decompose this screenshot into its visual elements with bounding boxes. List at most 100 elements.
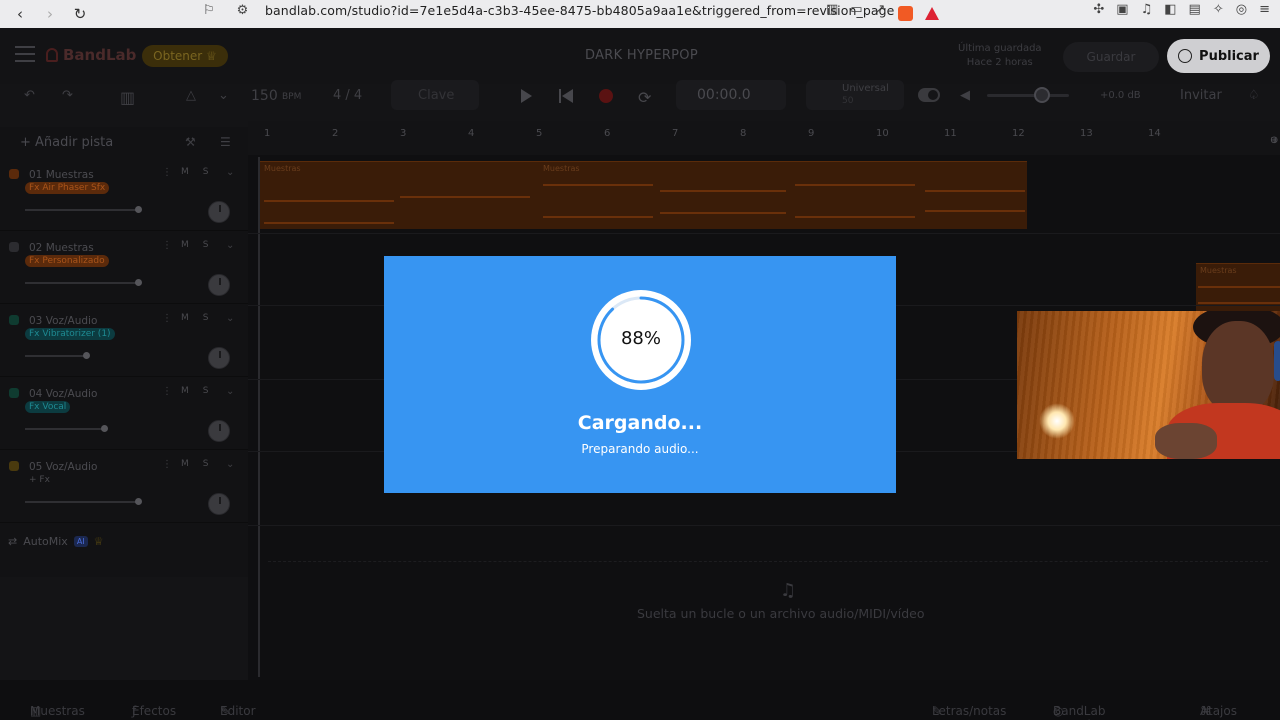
track-more-icon[interactable]: ⋮ (162, 313, 172, 324)
audio-clip[interactable]: Muestras Muestras (260, 161, 1027, 229)
forward-icon[interactable]: › (42, 5, 58, 23)
track-name[interactable]: 01 Muestras (29, 169, 94, 181)
track-name[interactable]: 04 Voz/Audio (29, 388, 97, 400)
track-fx-chip[interactable]: Fx Vibratorizer (1) (25, 328, 115, 340)
track-row[interactable]: 01 Muestras Fx Air Phaser Sfx ⋮ MS ⌄ (0, 159, 248, 231)
master-volume-knob[interactable] (1034, 87, 1050, 103)
timeline-ruler[interactable]: ∪ ⊖ ⊕ 1 2 3 4 5 6 7 8 9 10 11 12 13 14 (248, 121, 1280, 155)
mute-button[interactable]: M (181, 386, 203, 396)
menu-icon[interactable]: ≡ (1259, 2, 1270, 17)
track-row[interactable]: 03 Voz/Audio Fx Vibratorizer (1) ⋮ MS ⌄ (0, 305, 248, 377)
reader-icon[interactable]: ▥ (826, 2, 838, 21)
get-membership-button[interactable]: Obtener ♕ (142, 45, 228, 67)
track-pan-knob[interactable] (208, 420, 230, 442)
track-volume-slider[interactable] (25, 425, 108, 432)
track-pan-knob[interactable] (208, 493, 230, 515)
bandlab-logo[interactable]: BandLab (46, 46, 136, 64)
save-button[interactable]: Guardar (1063, 42, 1159, 72)
playhead[interactable] (258, 157, 260, 677)
add-track-label: Añadir pista (35, 135, 114, 150)
brave-shield-icon[interactable] (897, 6, 913, 21)
filter-icon[interactable]: ☰ (220, 135, 231, 149)
track-more-icon[interactable]: ⋮ (162, 240, 172, 251)
time-signature[interactable]: 4 / 4 (333, 88, 362, 103)
cast-icon[interactable]: ▭ (850, 2, 862, 21)
rewards-icon[interactable] (924, 7, 939, 20)
track-expand-icon[interactable]: ⌄ (226, 313, 234, 324)
track-fx-chip[interactable]: Fx Vocal (25, 401, 71, 413)
bookmark-icon[interactable]: ⚐ (203, 3, 215, 18)
vpn-icon[interactable]: ◎ (1236, 2, 1247, 17)
tuner-toggle[interactable] (918, 88, 940, 102)
redo-icon[interactable]: ↷ (62, 88, 73, 103)
wrench-icon[interactable]: ⚒ (185, 135, 196, 149)
track-more-icon[interactable]: ⋮ (162, 167, 172, 178)
publish-button[interactable]: Publicar (1167, 39, 1270, 73)
wallet-icon[interactable]: ▤ (1189, 2, 1201, 17)
track-fx-chip[interactable]: + Fx (25, 474, 54, 486)
tab-search-icon[interactable]: ▣ (1116, 2, 1128, 17)
track-more-icon[interactable]: ⋮ (162, 459, 172, 470)
invite-button[interactable]: Invitar (1180, 88, 1222, 103)
track-volume-slider[interactable] (25, 498, 142, 505)
solo-button[interactable]: S (203, 386, 223, 396)
project-title[interactable]: DARK HYPERPOP (585, 48, 698, 63)
music-icon[interactable]: ♫ (1141, 2, 1153, 17)
track-fx-chip[interactable]: Fx Air Phaser Sfx (25, 182, 110, 194)
solo-button[interactable]: S (203, 459, 223, 469)
ai-icon[interactable]: ✧ (1213, 2, 1224, 17)
track-name[interactable]: 05 Voz/Audio (29, 461, 97, 473)
master-volume-slider[interactable] (987, 94, 1069, 97)
track-volume-slider[interactable] (25, 279, 142, 286)
track-volume-slider[interactable] (25, 206, 142, 213)
reload-icon[interactable]: ↻ (72, 5, 88, 23)
metronome-chevron-icon[interactable]: ⌄ (218, 88, 229, 103)
solo-button[interactable]: S (203, 167, 223, 177)
site-settings-icon[interactable]: ⚙ (237, 3, 249, 18)
piano-icon[interactable]: ▥ (120, 88, 135, 107)
track-pan-knob[interactable] (208, 201, 230, 223)
add-track-button[interactable]: + Añadir pista (20, 135, 113, 150)
speaker-icon[interactable]: ◀ (960, 88, 970, 103)
undo-icon[interactable]: ↶ (24, 88, 35, 103)
tempo-value[interactable]: 150 (251, 88, 278, 104)
track-name[interactable]: 02 Muestras (29, 242, 94, 254)
skip-back-icon[interactable] (559, 89, 573, 103)
address-bar-url[interactable]: bandlab.com/studio?id=7e1e5d4a-c3b3-45ee… (265, 3, 894, 18)
automix-row[interactable]: ⇄ AutoMix AI ♕ (8, 535, 104, 548)
track-expand-icon[interactable]: ⌄ (226, 167, 234, 178)
bar-number: 2 (332, 128, 339, 139)
hamburger-menu-icon[interactable] (15, 46, 35, 62)
mute-button[interactable]: M (181, 240, 203, 250)
transport-toolbar: ↶ ↷ ▥ △ ⌄ 150 BPM 4 / 4 Clave ⟳ 00:00.0 … (0, 78, 1280, 114)
track-fx-chip[interactable]: Fx Personalizado (25, 255, 109, 267)
notifications-icon[interactable]: ♤ (1248, 88, 1260, 103)
extensions-icon[interactable]: ✣ (1093, 2, 1104, 17)
track-expand-icon[interactable]: ⌄ (226, 459, 234, 470)
track-row[interactable]: 05 Voz/Audio + Fx ⋮ MS ⌄ (0, 451, 248, 523)
track-type-icon (9, 169, 19, 179)
track-pan-knob[interactable] (208, 347, 230, 369)
track-name[interactable]: 03 Voz/Audio (29, 315, 97, 327)
track-volume-slider[interactable] (25, 352, 90, 359)
zoom-in-icon[interactable]: ⊕ (1270, 135, 1278, 146)
track-row[interactable]: 04 Voz/Audio Fx Vocal ⋮ MS ⌄ (0, 378, 248, 450)
metronome-icon[interactable]: △ (186, 88, 196, 103)
track-expand-icon[interactable]: ⌄ (226, 240, 234, 251)
share-icon[interactable]: ↗ (875, 2, 886, 21)
drop-zone[interactable]: ♫ Suelta un bucle o un archivo audio/MID… (268, 561, 1268, 641)
mute-button[interactable]: M (181, 459, 203, 469)
mute-button[interactable]: M (181, 313, 203, 323)
sidebar-icon[interactable]: ◧ (1164, 2, 1176, 17)
track-row[interactable]: 02 Muestras Fx Personalizado ⋮ MS ⌄ (0, 232, 248, 304)
solo-button[interactable]: S (203, 313, 223, 323)
mute-button[interactable]: M (181, 167, 203, 177)
track-more-icon[interactable]: ⋮ (162, 386, 172, 397)
solo-button[interactable]: S (203, 240, 223, 250)
record-icon[interactable] (599, 89, 613, 103)
play-icon[interactable] (521, 89, 532, 103)
back-icon[interactable]: ‹ (12, 5, 28, 23)
track-expand-icon[interactable]: ⌄ (226, 386, 234, 397)
track-pan-knob[interactable] (208, 274, 230, 296)
loop-icon[interactable]: ⟳ (638, 88, 651, 107)
